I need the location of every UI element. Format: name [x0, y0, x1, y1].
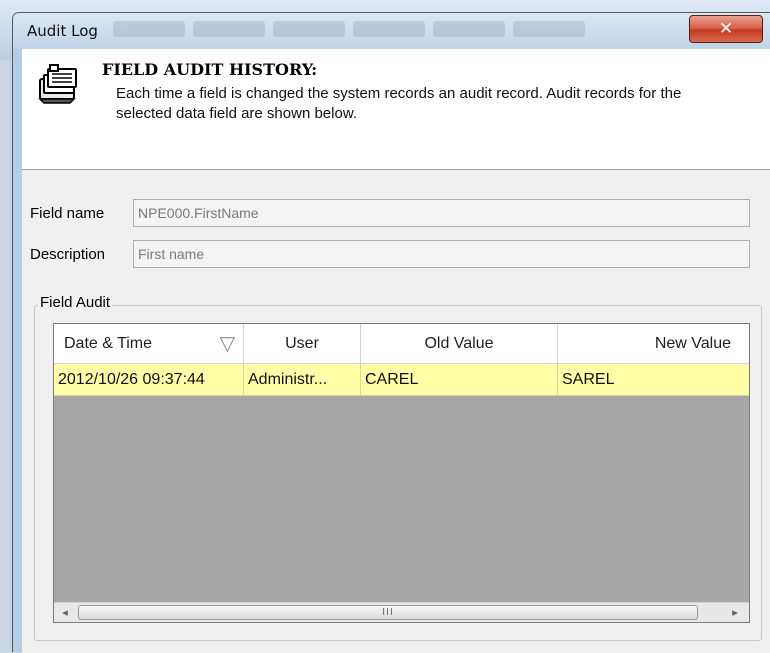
- scroll-thumb[interactable]: III: [78, 605, 698, 620]
- audit-records-icon: [38, 64, 77, 104]
- column-header-label: Date & Time: [64, 334, 153, 352]
- audit-grid[interactable]: Date & Time ▽ User Old Value New Value 2…: [53, 323, 750, 623]
- field-name-label: Field name: [30, 205, 105, 222]
- description-input[interactable]: [133, 240, 750, 268]
- header-title: FIELD AUDIT HISTORY:: [102, 60, 318, 79]
- column-header-old-value[interactable]: Old Value: [361, 324, 558, 364]
- header-panel: FIELD AUDIT HISTORY: Each time a field i…: [22, 49, 770, 170]
- cell-date-time[interactable]: 2012/10/26 09:37:44: [54, 364, 244, 396]
- table-row[interactable]: 2012/10/26 09:37:44 Administr... CAREL S…: [54, 364, 749, 396]
- grid-header: Date & Time ▽ User Old Value New Value: [54, 324, 749, 364]
- column-header-date-time[interactable]: Date & Time ▽: [54, 324, 244, 364]
- column-header-label: New Value: [654, 334, 731, 352]
- description-label: Description: [30, 246, 106, 263]
- column-header-new-value[interactable]: New Value: [558, 324, 749, 364]
- close-icon: ✕: [718, 19, 734, 39]
- title-bar[interactable]: Audit Log ✕: [13, 13, 770, 49]
- horizontal-scrollbar[interactable]: ◂ III ▸: [54, 602, 749, 622]
- field-audit-label: Field Audit: [38, 294, 113, 311]
- scroll-left-icon[interactable]: ◂: [56, 603, 74, 622]
- audit-log-window: Audit Log ✕ FIELD AUDIT HISTORY: Each ti…: [12, 12, 770, 653]
- header-description: Each time a field is changed the system …: [116, 85, 682, 122]
- dialog-client-area: FIELD AUDIT HISTORY: Each time a field i…: [22, 49, 770, 653]
- cell-old-value[interactable]: CAREL: [361, 364, 558, 396]
- close-button[interactable]: ✕: [689, 15, 763, 43]
- field-name-input[interactable]: [133, 199, 750, 227]
- cell-new-value[interactable]: SAREL: [558, 364, 749, 396]
- scroll-right-icon[interactable]: ▸: [726, 603, 744, 622]
- background-tabs: [113, 21, 585, 37]
- sort-indicator-icon: ▽: [219, 333, 235, 355]
- column-header-label: User: [285, 334, 319, 352]
- column-header-label: Old Value: [424, 334, 494, 352]
- cell-user[interactable]: Administr...: [244, 364, 361, 396]
- column-header-user[interactable]: User: [244, 324, 361, 364]
- window-title: Audit Log: [27, 22, 98, 40]
